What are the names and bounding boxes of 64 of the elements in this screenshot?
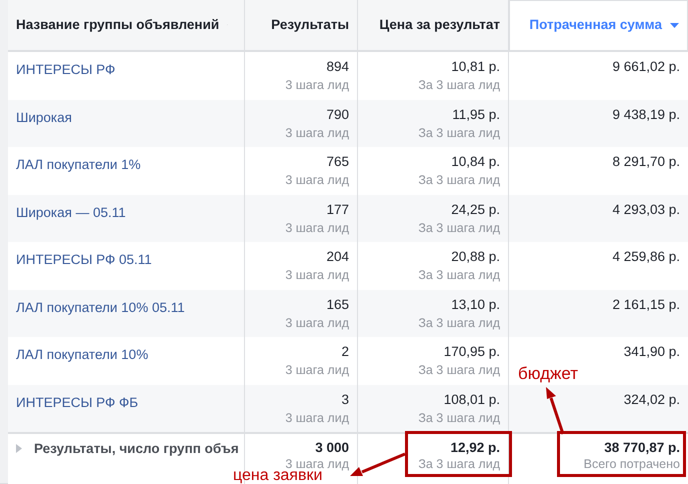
cell-note: Всего потрачено xyxy=(584,456,680,472)
cell-note: 3 шага лид xyxy=(285,172,349,189)
table-cell: 324,02 р. xyxy=(624,390,680,408)
annotation-label: бюджет xyxy=(518,364,578,384)
column-header[interactable]: Результаты xyxy=(245,0,358,52)
cell-note: За 3 шага лид xyxy=(418,172,500,189)
arrow xyxy=(350,452,406,476)
cell-note: 3 шага лид xyxy=(285,77,349,94)
cell-note: За 3 шага лид xyxy=(418,456,500,472)
arrow xyxy=(546,387,564,434)
table-cell: 13,10 р. xyxy=(451,296,500,314)
cell-note: 3 шага лид xyxy=(285,124,349,142)
table-cell: 341,90 р. xyxy=(624,343,680,361)
table-cell: 38 770,87 р. xyxy=(604,440,680,456)
cell-note: 3 шага лид xyxy=(285,220,349,236)
cell-note: 3 шага лид xyxy=(285,410,349,426)
table-cell: 108,01 р. xyxy=(444,390,500,408)
table-cell: 4 293,03 р. xyxy=(612,200,680,218)
ad-group-link[interactable]: ИНТЕРЕСЫ РФ 05.11 xyxy=(16,252,152,267)
table-cell: 2 xyxy=(341,343,349,361)
cell-note: За 3 шага лид xyxy=(418,314,500,332)
cell-note: За 3 шага лид xyxy=(418,362,500,379)
ad-group-link[interactable]: Широкая — 05.11 xyxy=(16,204,126,220)
expand-icon[interactable] xyxy=(16,444,22,453)
cell-note: За 3 шага лид xyxy=(418,77,500,94)
table-cell: 10,84 р. xyxy=(451,153,500,171)
column-header[interactable]: Цена за результат xyxy=(358,0,509,52)
table-cell: 165 xyxy=(326,296,349,314)
table-cell: 24,25 р. xyxy=(451,200,500,218)
table-cell: 20,88 р. xyxy=(451,248,500,266)
column-header[interactable]: Потраченная сумма xyxy=(509,0,688,52)
cell-note: 3 шага лид xyxy=(285,362,349,379)
caret-icon xyxy=(670,22,679,28)
ad-group-link[interactable]: Широкая xyxy=(16,110,72,124)
table-cell: 9 661,02 р. xyxy=(612,58,680,76)
table-cell: 894 xyxy=(326,58,349,76)
cell-note: 3 шага лид xyxy=(285,314,349,332)
table-cell: 3 000 xyxy=(315,440,349,456)
table-cell: 4 259,86 р. xyxy=(612,248,680,266)
ad-group-link[interactable]: ИНТЕРЕСЫ РФ xyxy=(16,62,116,77)
cell-note: За 3 шага лид xyxy=(418,410,500,426)
table-cell: 9 438,19 р. xyxy=(612,106,680,124)
table-cell: 2 161,15 р. xyxy=(612,296,680,314)
ad-group-link[interactable]: ИНТЕРЕСЫ РФ ФБ xyxy=(16,394,138,410)
annotation-label: цена заявки xyxy=(233,468,322,484)
cell-note: За 3 шага лид xyxy=(418,267,500,284)
ad-group-link[interactable]: ЛАЛ покупатели 10% xyxy=(16,347,148,362)
table-cell: 765 xyxy=(326,153,349,171)
cell-note: 3 шага лид xyxy=(285,267,349,284)
table-cell: 12,92 р. xyxy=(450,440,500,456)
column-header[interactable]: Название группы объявлений xyxy=(8,0,245,52)
cell-note: За 3 шага лид xyxy=(418,220,500,236)
table-cell: 790 xyxy=(326,106,349,124)
summary-label: Результаты, число групп объя xyxy=(34,440,239,458)
table-cell: 11,95 р. xyxy=(452,106,500,124)
cell-note: За 3 шага лид xyxy=(418,124,500,142)
table-cell: 10,81 р. xyxy=(451,58,500,76)
table-cell: 177 xyxy=(326,200,349,218)
table-cell: 8 291,70 р. xyxy=(612,153,680,171)
table-cell: 3 xyxy=(341,390,349,408)
table-cell: 170,95 р. xyxy=(444,343,500,361)
ad-group-link[interactable]: ЛАЛ покупатели 1% xyxy=(16,157,141,172)
cell-note: 3 шага лид xyxy=(285,456,349,471)
table-cell: 204 xyxy=(326,248,349,266)
